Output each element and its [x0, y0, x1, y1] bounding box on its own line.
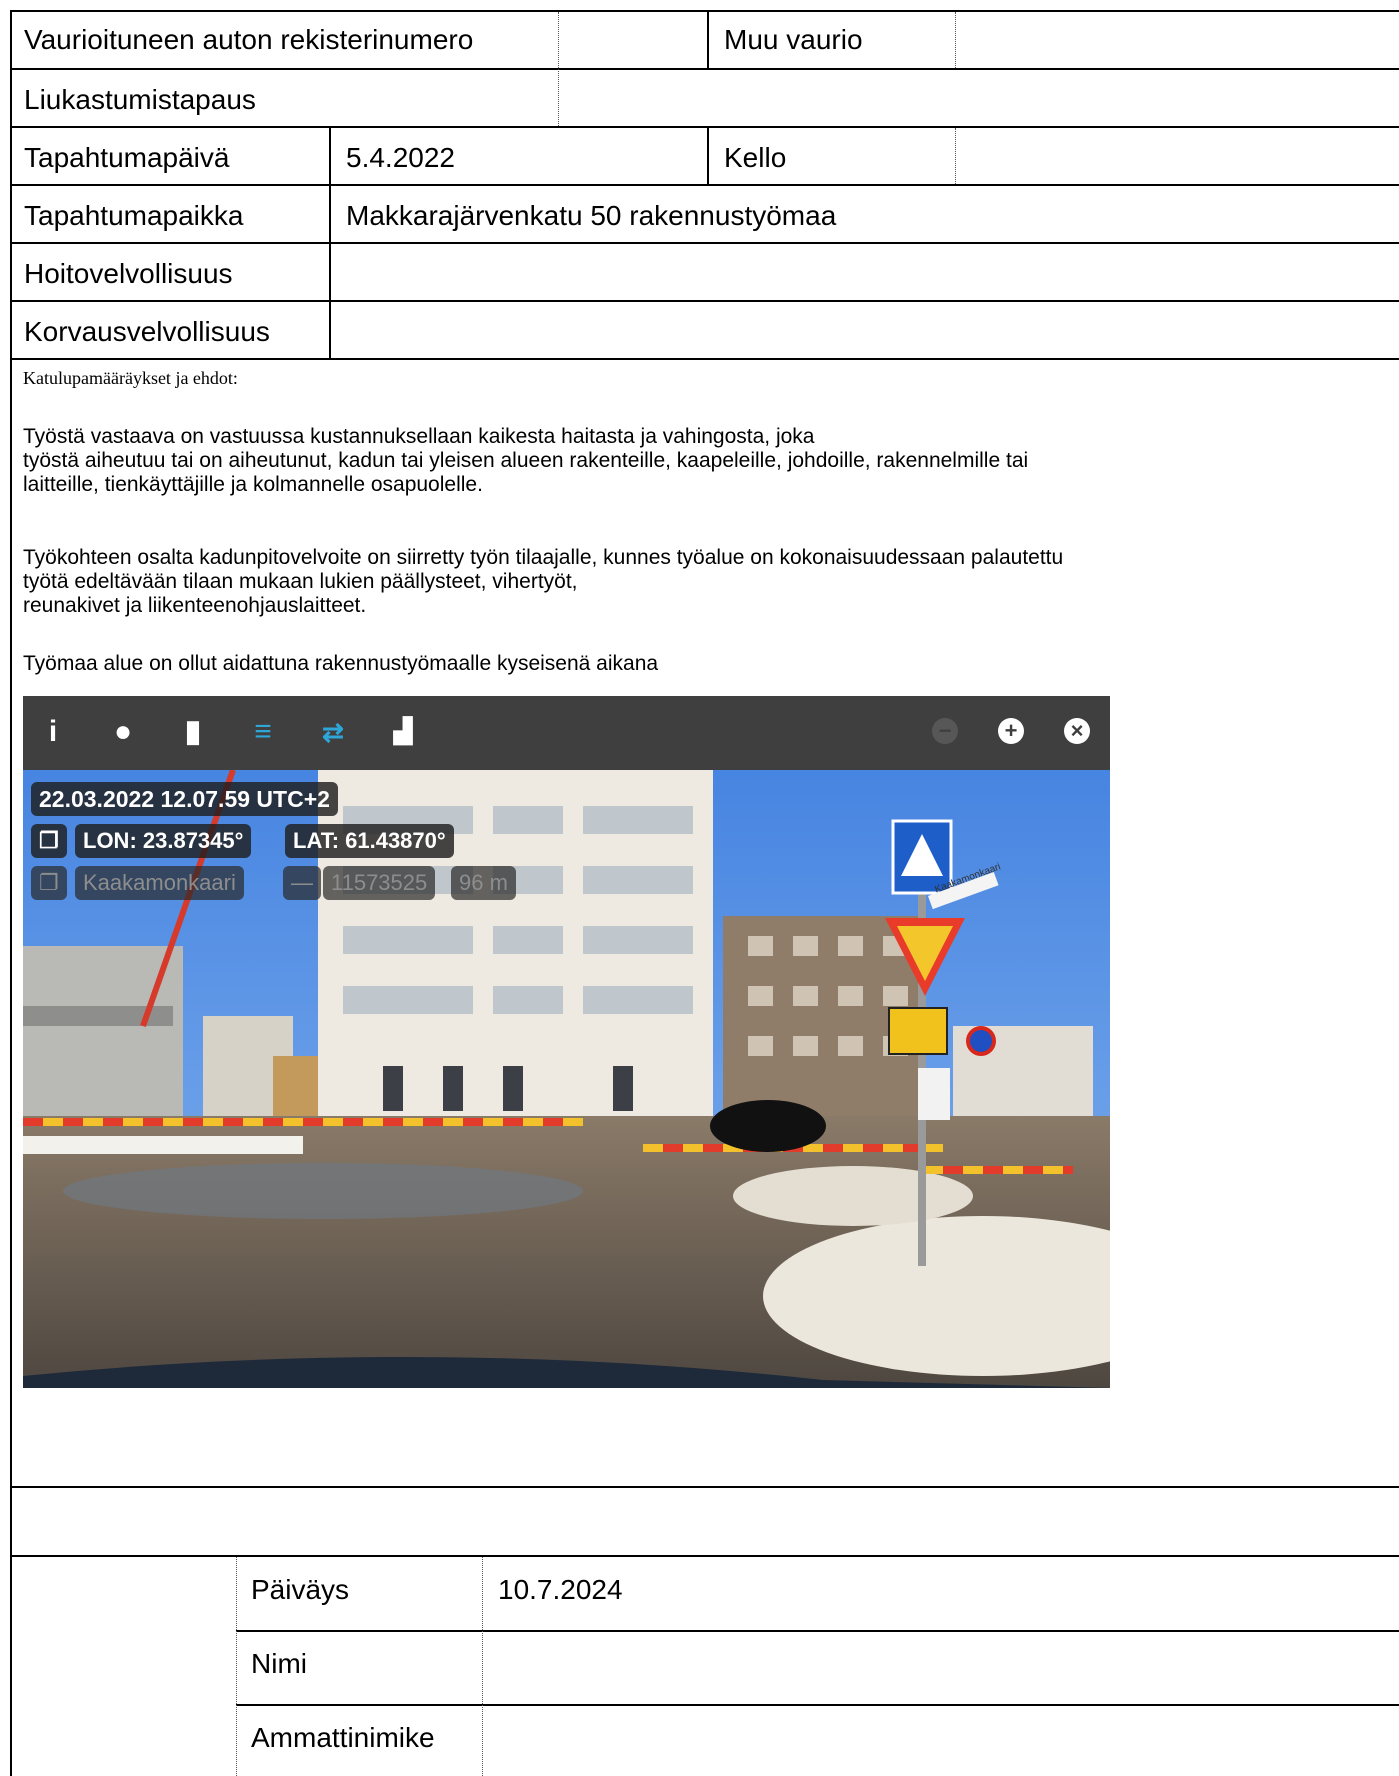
- latitude-badge: LAT: 61.43870°: [285, 824, 454, 858]
- info-icon[interactable]: i: [35, 714, 71, 750]
- terms-paragraph-2-line-1: Työkohteen osalta kadunpitovelvoite on s…: [23, 546, 1064, 569]
- table-row-divider: [10, 358, 1399, 360]
- table-border-left: [10, 10, 12, 1776]
- site-photo: i ● ▮ ≡ ⇄ ▟ − + × 22.03.2022 12.07.59 UT…: [23, 696, 1110, 1388]
- separator-badge: —: [283, 866, 321, 900]
- signature-title-label: Ammattinimike: [251, 1722, 435, 1753]
- photo-toolbar: i ● ▮ ≡ ⇄ ▟ − + ×: [23, 696, 1110, 770]
- table-col-divider: [558, 12, 559, 126]
- trash-icon[interactable]: ▮: [175, 714, 211, 750]
- copy-icon[interactable]: ❐: [31, 824, 67, 858]
- site-fenced-note: Työmaa alue on ollut aidattuna rakennust…: [23, 652, 659, 675]
- terms-heading: Katulupamääräykset ja ehdot:: [23, 368, 238, 388]
- road-code-badge: 11573525: [323, 866, 436, 900]
- table-col-divider: [707, 12, 709, 68]
- table-col-divider: [236, 1557, 237, 1776]
- terms-paragraph-1-line-3: laitteille, tienkäyttäjille ja kolmannel…: [23, 473, 483, 496]
- table-row-divider: [236, 1630, 1399, 1632]
- slip-case-label: Liukastumistapaus: [24, 84, 256, 115]
- repeat-icon[interactable]: ⇄: [315, 714, 351, 750]
- table-row-divider: [10, 68, 1399, 70]
- table-row-divider: [10, 1486, 1399, 1488]
- event-time-label: Kello: [724, 142, 787, 173]
- table-col-divider: [482, 1557, 483, 1776]
- event-place-label: Tapahtumapaikka: [24, 200, 244, 231]
- close-icon[interactable]: ×: [1064, 718, 1090, 744]
- chart-icon[interactable]: ▟: [385, 714, 421, 750]
- distance-badge: 96 m: [451, 866, 516, 900]
- plus-icon[interactable]: +: [998, 718, 1024, 744]
- table-row-divider: [10, 1555, 1399, 1557]
- event-date-value: 5.4.2022: [346, 142, 455, 173]
- event-place-value: Makkarajärvenkatu 50 rakennustyömaa: [346, 200, 837, 231]
- table-row-divider: [10, 300, 1399, 302]
- longitude-badge: LON: 23.87345°: [75, 824, 252, 858]
- other-damage-label: Muu vaurio: [724, 24, 863, 55]
- event-date-label: Tapahtumapäivä: [24, 142, 230, 173]
- table-row-divider: [10, 242, 1399, 244]
- maintenance-duty-label: Hoitovelvollisuus: [24, 258, 233, 289]
- table-col-divider: [955, 128, 956, 184]
- terms-paragraph-1-line-1: Työstä vastaava on vastuussa kustannukse…: [23, 425, 815, 448]
- table-row-divider: [236, 1704, 1399, 1706]
- street-badge: Kaakamonkaari: [75, 866, 244, 900]
- signature-date-label: Päiväys: [251, 1574, 350, 1605]
- table-row-divider: [10, 184, 1399, 186]
- table-col-divider: [329, 126, 331, 358]
- photo-timestamp: 22.03.2022 12.07.59 UTC+2: [31, 782, 338, 816]
- table-col-divider: [707, 126, 709, 184]
- list-icon[interactable]: ≡: [245, 714, 281, 750]
- terms-paragraph-2-line-2: työtä edeltävään tilaan mukaan lukien pä…: [23, 570, 578, 593]
- signature-date-value: 10.7.2024: [498, 1574, 623, 1605]
- table-col-divider: [955, 12, 956, 68]
- minus-icon[interactable]: −: [932, 718, 958, 744]
- table-row-divider: [10, 126, 1399, 128]
- reg-number-label: Vaurioituneen auton rekisterinumero: [24, 24, 474, 55]
- terms-paragraph-2-line-3: reunakivet ja liikenteenohjauslaitteet.: [23, 594, 367, 617]
- copy-icon[interactable]: ❐: [31, 866, 67, 900]
- pin-icon[interactable]: ●: [105, 714, 141, 750]
- terms-paragraph-1-line-2: työstä aiheutuu tai on aiheutunut, kadun…: [23, 449, 1029, 472]
- signature-name-label: Nimi: [251, 1648, 307, 1679]
- compensation-duty-label: Korvausvelvollisuus: [24, 316, 270, 347]
- table-border-top: [10, 10, 1399, 12]
